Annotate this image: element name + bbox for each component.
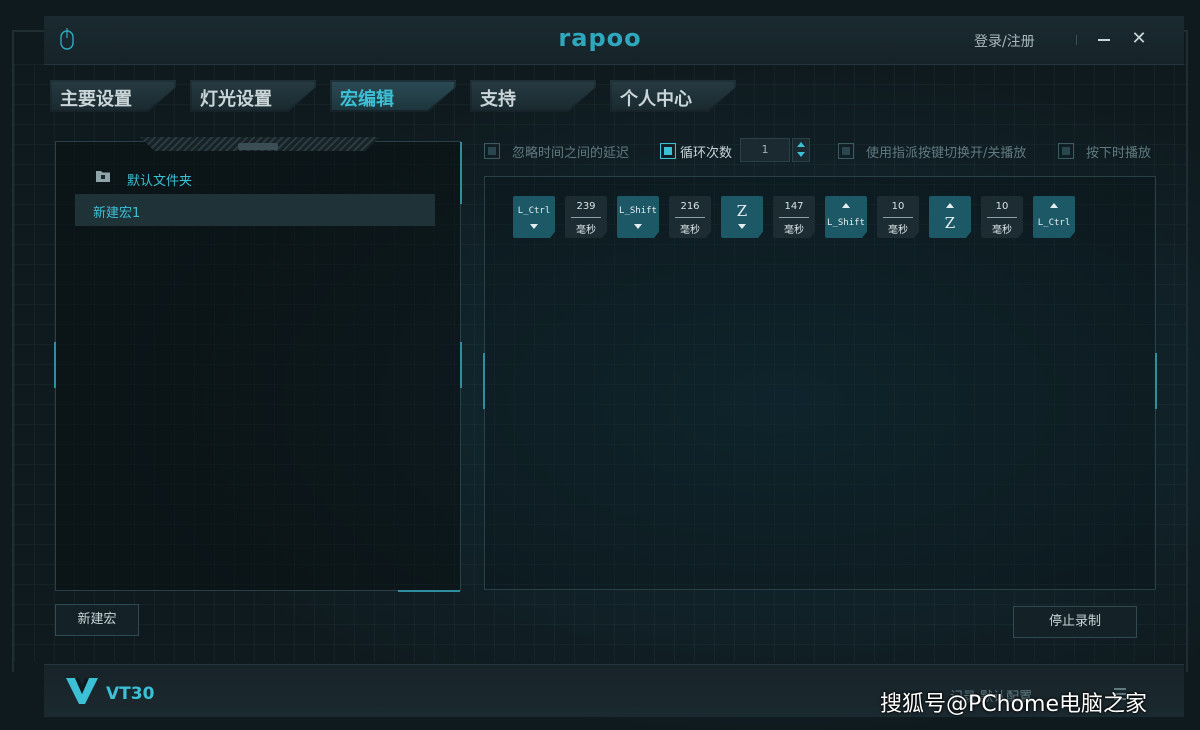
tab-label: 个人中心 — [620, 89, 692, 110]
panel-accent — [460, 142, 462, 204]
stepper-down-icon[interactable] — [797, 152, 805, 157]
key-down-icon — [634, 224, 642, 229]
tab-label: 支持 — [480, 89, 516, 110]
device-name: VT30 — [106, 684, 155, 704]
delay-value: 10 — [995, 201, 1009, 212]
play-while-pressed-checkbox[interactable] — [1058, 143, 1074, 159]
key-down-icon — [738, 224, 746, 229]
tab-label: 主要设置 — [60, 89, 132, 110]
macro-key-down[interactable]: L_Ctrl — [513, 196, 555, 238]
ignore-delay-label: 忽略时间之间的延迟 — [512, 146, 630, 161]
tab-label: 宏编辑 — [340, 89, 394, 110]
rapoo-logo: rapoo — [558, 24, 642, 52]
delay-divider — [987, 217, 1017, 218]
new-macro-button[interactable]: 新建宏 — [55, 604, 139, 636]
title-divider — [1076, 35, 1077, 45]
macro-key-label: L_Ctrl — [517, 206, 551, 216]
panel-accent — [483, 353, 485, 409]
delay-unit: 毫秒 — [992, 225, 1012, 236]
macro-key-up[interactable]: L_Shift — [825, 196, 867, 238]
panel-accent — [54, 342, 56, 388]
delay-divider — [571, 217, 601, 218]
ignore-delay-checkbox[interactable] — [484, 143, 500, 159]
macro-item-label: 新建宏1 — [93, 206, 141, 221]
macro-delay[interactable]: 147 毫秒 — [773, 196, 815, 238]
watermark: 搜狐号@PChome电脑之家 — [880, 692, 1147, 717]
panel-accent — [1155, 353, 1157, 409]
folder-icon — [96, 171, 110, 182]
key-up-icon — [842, 203, 850, 208]
macro-sequence-panel — [483, 176, 1157, 590]
key-up-icon — [946, 203, 954, 208]
folder-label: 默认文件夹 — [127, 174, 193, 189]
toggle-by-key-label: 使用指派按键切换开/关播放 — [866, 146, 1027, 161]
stop-recording-button[interactable]: 停止录制 — [1013, 606, 1137, 638]
delay-value: 216 — [680, 201, 700, 212]
loop-count-input[interactable]: 1 — [740, 138, 790, 162]
key-up-icon — [1050, 203, 1058, 208]
delay-divider — [779, 217, 809, 218]
login-link[interactable]: 登录/注册 — [974, 31, 1035, 51]
toggle-by-key-checkbox[interactable] — [838, 143, 854, 159]
close-icon[interactable]: ✕ — [1130, 30, 1148, 48]
macro-key-label: L_Shift — [619, 206, 657, 216]
delay-divider — [883, 217, 913, 218]
macro-delay[interactable]: 216 毫秒 — [669, 196, 711, 238]
delay-unit: 毫秒 — [784, 225, 804, 236]
macro-key-down[interactable]: Z — [721, 196, 763, 238]
loop-count-checkbox[interactable] — [660, 143, 676, 159]
panel-accent — [398, 590, 460, 592]
macro-key-up[interactable]: Z — [929, 196, 971, 238]
play-while-pressed-label: 按下时播放 — [1086, 146, 1152, 161]
key-down-icon — [530, 224, 538, 229]
stepper-icon[interactable] — [792, 138, 810, 162]
macro-key-label: L_Shift — [827, 218, 865, 228]
minimize-icon[interactable] — [1096, 30, 1112, 48]
panel-header-handle — [238, 143, 278, 150]
delay-value: 147 — [784, 201, 804, 212]
delay-unit: 毫秒 — [576, 225, 596, 236]
loop-count-option[interactable]: 循环次数 — [660, 142, 738, 161]
macro-delay[interactable]: 239 毫秒 — [565, 196, 607, 238]
macro-key-label: Z — [736, 202, 748, 220]
delay-unit: 毫秒 — [888, 225, 908, 236]
macro-key-down[interactable]: L_Shift — [617, 196, 659, 238]
macro-key-up[interactable]: L_Ctrl — [1033, 196, 1075, 238]
delay-unit: 毫秒 — [680, 225, 700, 236]
macro-list-item[interactable]: 新建宏1 — [75, 194, 435, 226]
macro-delay[interactable]: 10 毫秒 — [877, 196, 919, 238]
macro-key-label: Z — [944, 214, 956, 232]
mouse-icon[interactable] — [60, 28, 74, 50]
panel-accent — [460, 342, 462, 388]
frame-edge-left — [12, 30, 46, 672]
tab-label: 灯光设置 — [200, 89, 272, 110]
delay-divider — [675, 217, 705, 218]
stepper-up-icon[interactable] — [797, 142, 805, 147]
macro-delay[interactable]: 10 毫秒 — [981, 196, 1023, 238]
frame-edge-right — [1154, 30, 1188, 672]
delay-value: 10 — [891, 201, 905, 212]
loop-count-label: 循环次数 — [680, 146, 733, 161]
vt-logo-icon — [66, 678, 98, 704]
delay-value: 239 — [576, 201, 596, 212]
macro-key-label: L_Ctrl — [1037, 218, 1071, 228]
